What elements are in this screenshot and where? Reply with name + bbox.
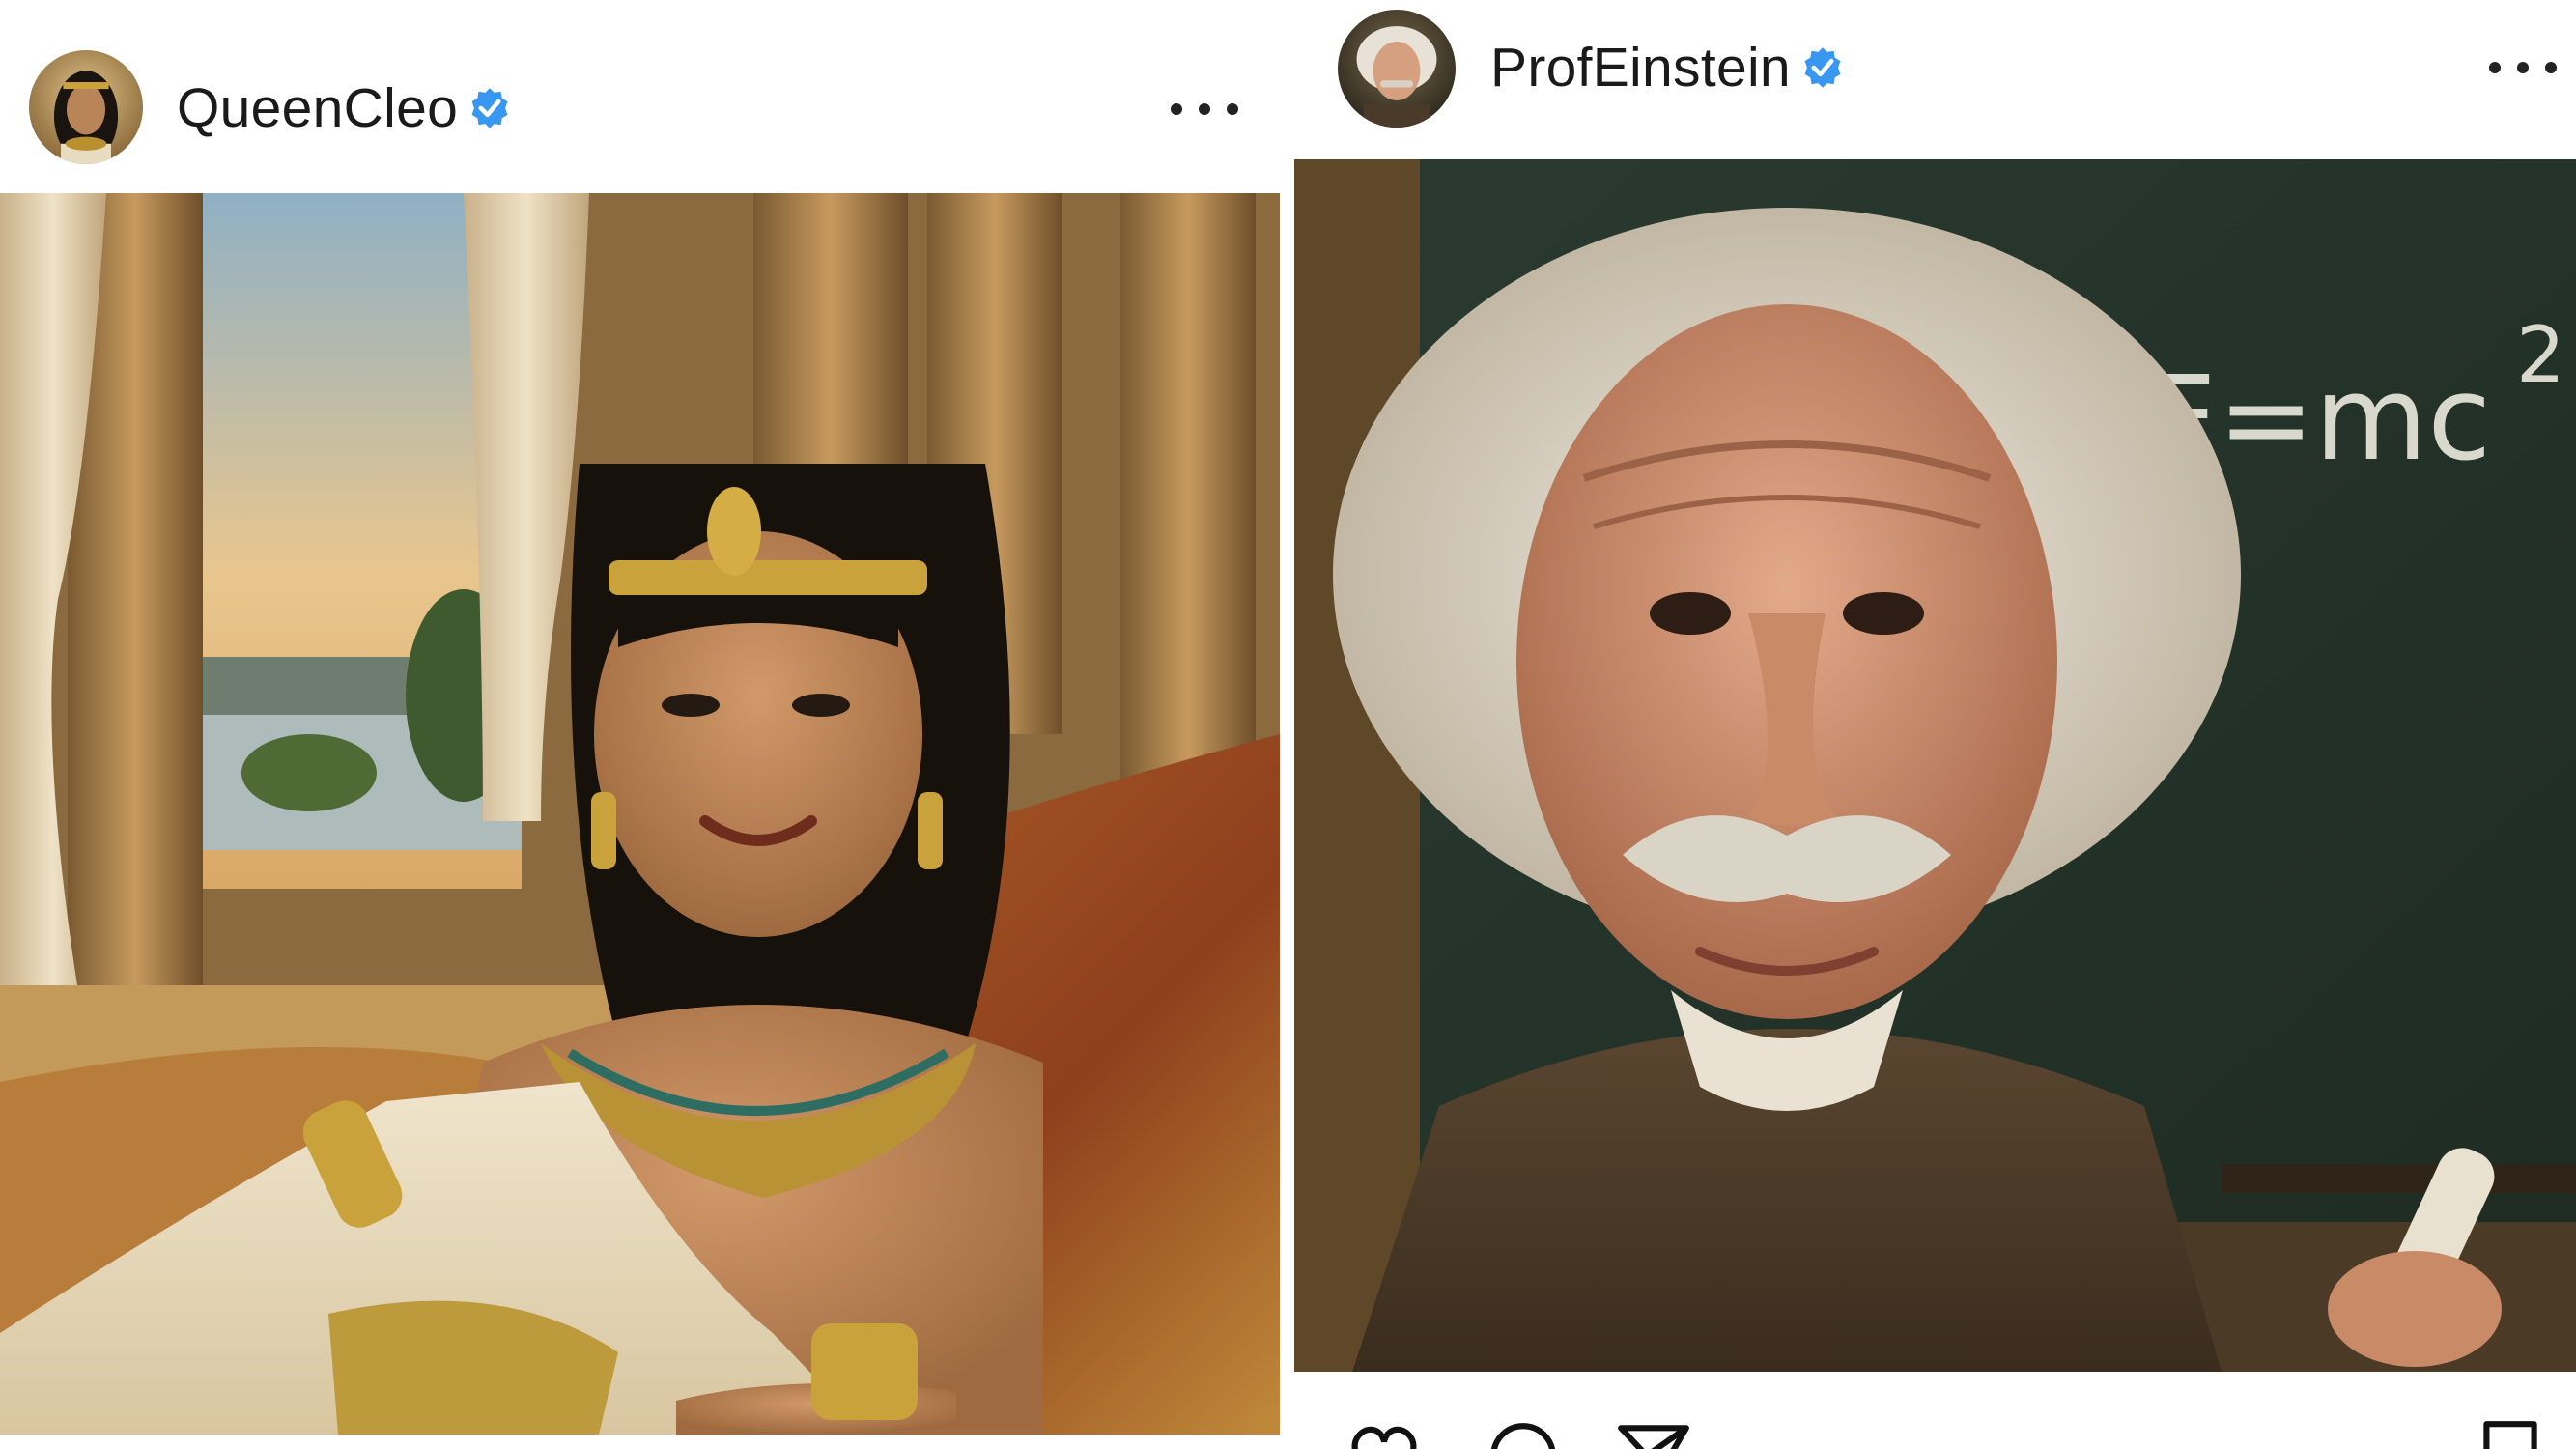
avatar-image [1338,10,1456,128]
post-actions [1294,1399,2576,1449]
username[interactable]: ProfEinstein [1490,36,1791,99]
dot [2517,62,2529,73]
heart-icon[interactable] [1345,1416,1424,1449]
dot [1199,103,1210,115]
send-icon[interactable] [1613,1416,1692,1449]
dot [2489,62,2501,73]
avatar[interactable] [29,50,143,164]
dot [1171,103,1182,115]
verified-badge-icon [471,88,508,128]
post-card-queencleo: QueenCleo [0,0,1280,1449]
avatar-image [29,50,143,164]
username-row: ProfEinstein [1490,35,1845,100]
chalkboard-superscript: 2 [2516,310,2565,400]
username[interactable]: QueenCleo [177,76,458,140]
more-options-icon[interactable] [2489,53,2557,82]
avatar[interactable] [1338,10,1456,128]
more-options-icon[interactable] [1171,95,1238,124]
bookmark-icon[interactable] [2471,1416,2550,1449]
post-image[interactable]: E=mc 2 [1294,159,2576,1372]
post-image[interactable] [0,193,1280,1435]
comment-icon[interactable] [1484,1416,1563,1449]
post-header: ProfEinstein [1294,0,2576,159]
cleopatra-photo [0,193,1280,1435]
einstein-photo: E=mc 2 [1294,159,2576,1372]
username-row: QueenCleo [177,75,512,141]
verified-badge-icon [1804,47,1841,88]
dot [2545,62,2557,73]
dot [1227,103,1238,115]
post-header: QueenCleo [0,0,1280,193]
post-card-profeinstein: ProfEinstein E=mc 2 [1294,0,2576,1449]
